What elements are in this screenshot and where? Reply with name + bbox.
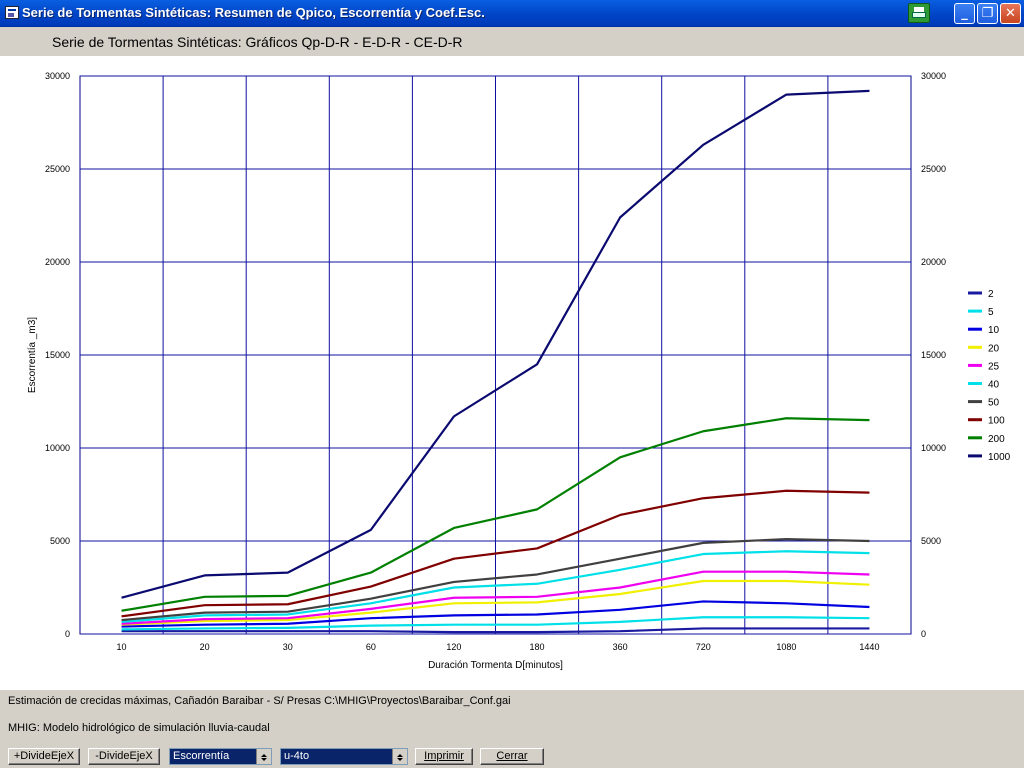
y-tick-label-right: 0	[921, 629, 926, 639]
printer-icon[interactable]	[908, 3, 930, 23]
runoff-chart: 0 0 5000 5000 10000 10000 15000 15000 20000 20000…	[27, 71, 1011, 671]
legend-label-20: 20	[988, 343, 1000, 354]
x-tick-label: 10	[117, 642, 127, 652]
y-tick-label-left: 10000	[45, 443, 70, 453]
app-window-icon[interactable]	[5, 6, 19, 19]
y-tick-label-right: 25000	[921, 164, 946, 174]
x-tick-label: 720	[696, 642, 711, 652]
close-icon[interactable]: ✕	[1000, 3, 1021, 24]
x-tick-label: 180	[530, 642, 545, 652]
chart-heading: Serie de Tormentas Sintéticas: Gráficos …	[52, 34, 463, 50]
project-status: Estimación de crecidas máximas, Cañadón …	[8, 695, 511, 707]
y-tick-label-right: 20000	[921, 257, 946, 267]
x-tick-label: 60	[366, 642, 376, 652]
y-tick-label-left: 20000	[45, 257, 70, 267]
y-tick-label-right: 30000	[921, 71, 946, 81]
legend-label-1000: 1000	[988, 452, 1011, 463]
legend-label-25: 25	[988, 361, 1000, 372]
y-tick-label-left: 5000	[50, 536, 70, 546]
legend-label-2: 2	[988, 289, 994, 300]
y-tick-label-right: 15000	[921, 350, 946, 360]
mode-select-value: u-4to	[284, 750, 310, 762]
title-bar: Serie de Tormentas Sintéticas: Resumen d…	[0, 0, 1024, 27]
x-axis-title: Duración Tormenta D[minutos]	[428, 660, 563, 671]
y-tick-label-left: 0	[65, 629, 70, 639]
y-tick-label-left: 15000	[45, 350, 70, 360]
chart-panel: 0 0 5000 5000 10000 10000 15000 15000 20000 20000…	[0, 56, 1024, 690]
y-axis-title: Escorrentía _m3]	[27, 317, 38, 393]
window-title: Serie de Tormentas Sintéticas: Resumen d…	[22, 5, 485, 20]
variable-select-value: Escorrentía	[173, 750, 230, 762]
x-tick-label: 120	[446, 642, 461, 652]
x-tick-label: 20	[200, 642, 210, 652]
y-tick-label-right: 10000	[921, 443, 946, 453]
spin-arrows-icon[interactable]	[256, 749, 271, 764]
y-tick-label-left: 25000	[45, 164, 70, 174]
spin-arrows-icon[interactable]	[392, 749, 407, 764]
x-tick-label: 1440	[859, 642, 879, 652]
x-tick-label: 30	[283, 642, 293, 652]
legend-label-40: 40	[988, 380, 1000, 391]
y-tick-label-right: 5000	[921, 536, 941, 546]
close-button[interactable]: Cerrar	[480, 748, 544, 765]
legend-label-200: 200	[988, 434, 1005, 445]
legend-label-5: 5	[988, 307, 994, 318]
restore-icon[interactable]: ❐	[977, 3, 998, 24]
y-tick-label-left: 30000	[45, 71, 70, 81]
increase-x-divisions-button[interactable]: +DivideEjeX	[8, 748, 80, 765]
mode-select[interactable]: u-4to	[280, 748, 408, 765]
x-tick-label: 360	[613, 642, 628, 652]
minimize-icon[interactable]: _	[954, 3, 975, 24]
model-status: MHIG: Modelo hidrológico de simulación l…	[8, 722, 270, 734]
print-button[interactable]: Imprimir	[415, 748, 473, 765]
legend-label-10: 10	[988, 325, 1000, 336]
legend-label-50: 50	[988, 398, 1000, 409]
x-tick-label: 1080	[776, 642, 796, 652]
decrease-x-divisions-button[interactable]: -DivideEjeX	[88, 748, 160, 765]
legend-label-100: 100	[988, 416, 1005, 427]
variable-select[interactable]: Escorrentía	[169, 748, 272, 765]
